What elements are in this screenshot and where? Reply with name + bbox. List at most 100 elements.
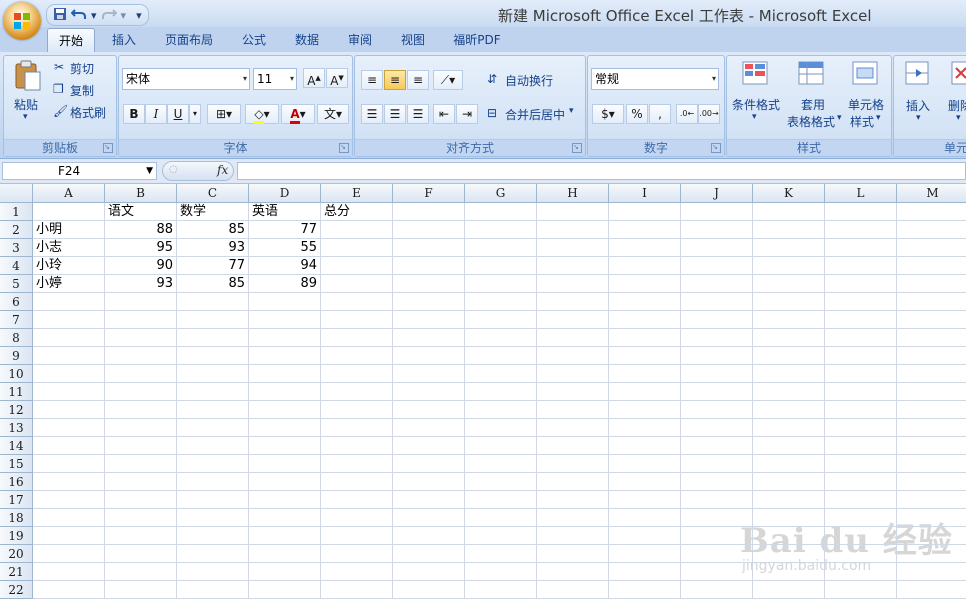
tab-page-layout[interactable]: 页面布局: [157, 28, 221, 52]
cell-G7[interactable]: [465, 311, 537, 329]
cell-D2[interactable]: 77: [249, 221, 321, 239]
cell-J15[interactable]: [681, 455, 753, 473]
cell-M9[interactable]: [897, 347, 966, 365]
cell-A16[interactable]: [33, 473, 105, 491]
cell-C7[interactable]: [177, 311, 249, 329]
cell-C17[interactable]: [177, 491, 249, 509]
cell-B13[interactable]: [105, 419, 177, 437]
cell-I4[interactable]: [609, 257, 681, 275]
cell-J18[interactable]: [681, 509, 753, 527]
cell-H4[interactable]: [537, 257, 609, 275]
cell-H2[interactable]: [537, 221, 609, 239]
cell-I9[interactable]: [609, 347, 681, 365]
cell-B4[interactable]: 90: [105, 257, 177, 275]
formula-input[interactable]: [237, 162, 966, 180]
cell-A20[interactable]: [33, 545, 105, 563]
cell-L1[interactable]: [825, 203, 897, 221]
format-as-table-button[interactable]: 表格格式: [787, 113, 835, 130]
cell-D3[interactable]: 55: [249, 239, 321, 257]
cell-I18[interactable]: [609, 509, 681, 527]
cell-E21[interactable]: [321, 563, 393, 581]
cell-A6[interactable]: [33, 293, 105, 311]
cell-D12[interactable]: [249, 401, 321, 419]
insert-function-icon[interactable]: fx: [217, 163, 228, 177]
cell-F20[interactable]: [393, 545, 465, 563]
font-color-button[interactable]: A▾: [281, 104, 315, 124]
row-header-10[interactable]: 10: [0, 365, 33, 383]
cell-J2[interactable]: [681, 221, 753, 239]
cell-J5[interactable]: [681, 275, 753, 293]
row-header-7[interactable]: 7: [0, 311, 33, 329]
cell-D20[interactable]: [249, 545, 321, 563]
row-header-5[interactable]: 5: [0, 275, 33, 293]
cell-E3[interactable]: [321, 239, 393, 257]
row-header-22[interactable]: 22: [0, 581, 33, 599]
cell-F16[interactable]: [393, 473, 465, 491]
cell-H19[interactable]: [537, 527, 609, 545]
cell-D22[interactable]: [249, 581, 321, 599]
cell-C22[interactable]: [177, 581, 249, 599]
cell-I21[interactable]: [609, 563, 681, 581]
undo-dropdown-icon[interactable]: ▾: [91, 9, 97, 22]
cell-I1[interactable]: [609, 203, 681, 221]
cell-E17[interactable]: [321, 491, 393, 509]
cell-E9[interactable]: [321, 347, 393, 365]
cell-D11[interactable]: [249, 383, 321, 401]
align-middle-icon[interactable]: ≡: [384, 70, 406, 90]
cell-H16[interactable]: [537, 473, 609, 491]
cell-C18[interactable]: [177, 509, 249, 527]
cell-F14[interactable]: [393, 437, 465, 455]
cell-A22[interactable]: [33, 581, 105, 599]
alignment-launcher-icon[interactable]: ↘: [572, 143, 582, 153]
cell-K6[interactable]: [753, 293, 825, 311]
underline-dropdown-icon[interactable]: ▾: [189, 104, 201, 124]
format-as-table-dropdown-icon[interactable]: ▾: [837, 113, 842, 123]
cell-B17[interactable]: [105, 491, 177, 509]
cell-D10[interactable]: [249, 365, 321, 383]
cell-M12[interactable]: [897, 401, 966, 419]
cell-B14[interactable]: [105, 437, 177, 455]
cell-A14[interactable]: [33, 437, 105, 455]
increase-decimal-icon[interactable]: .0←: [676, 104, 698, 124]
cell-I11[interactable]: [609, 383, 681, 401]
cell-H17[interactable]: [537, 491, 609, 509]
column-header-J[interactable]: J: [681, 184, 753, 203]
cell-J10[interactable]: [681, 365, 753, 383]
cell-D5[interactable]: 89: [249, 275, 321, 293]
cell-L7[interactable]: [825, 311, 897, 329]
name-box-chevron-icon[interactable]: ▼: [146, 163, 153, 179]
cell-C9[interactable]: [177, 347, 249, 365]
phonetic-button[interactable]: 文▾: [317, 104, 349, 124]
conditional-formatting-icon[interactable]: [741, 60, 771, 88]
cell-L11[interactable]: [825, 383, 897, 401]
cell-I20[interactable]: [609, 545, 681, 563]
number-format-dropdown[interactable]: 常规 ▾: [591, 68, 719, 90]
cell-G13[interactable]: [465, 419, 537, 437]
insert-cells-icon[interactable]: [902, 60, 932, 88]
column-header-L[interactable]: L: [825, 184, 897, 203]
cell-B6[interactable]: [105, 293, 177, 311]
cell-A9[interactable]: [33, 347, 105, 365]
cell-K5[interactable]: [753, 275, 825, 293]
row-header-9[interactable]: 9: [0, 347, 33, 365]
cell-E12[interactable]: [321, 401, 393, 419]
tab-home[interactable]: 开始: [47, 28, 95, 53]
cell-A19[interactable]: [33, 527, 105, 545]
column-header-K[interactable]: K: [753, 184, 825, 203]
cell-E18[interactable]: [321, 509, 393, 527]
cell-F1[interactable]: [393, 203, 465, 221]
cell-E16[interactable]: [321, 473, 393, 491]
cell-K22[interactable]: [753, 581, 825, 599]
cell-L14[interactable]: [825, 437, 897, 455]
cell-K7[interactable]: [753, 311, 825, 329]
cell-C19[interactable]: [177, 527, 249, 545]
format-painter-button[interactable]: 格式刷: [70, 104, 106, 121]
cell-H1[interactable]: [537, 203, 609, 221]
cell-K16[interactable]: [753, 473, 825, 491]
cell-L21[interactable]: [825, 563, 897, 581]
row-header-2[interactable]: 2: [0, 221, 33, 239]
cell-H12[interactable]: [537, 401, 609, 419]
conditional-formatting-dropdown-icon[interactable]: ▾: [752, 112, 757, 122]
accounting-format-icon[interactable]: $▾: [592, 104, 624, 124]
tab-formulas[interactable]: 公式: [232, 28, 276, 52]
